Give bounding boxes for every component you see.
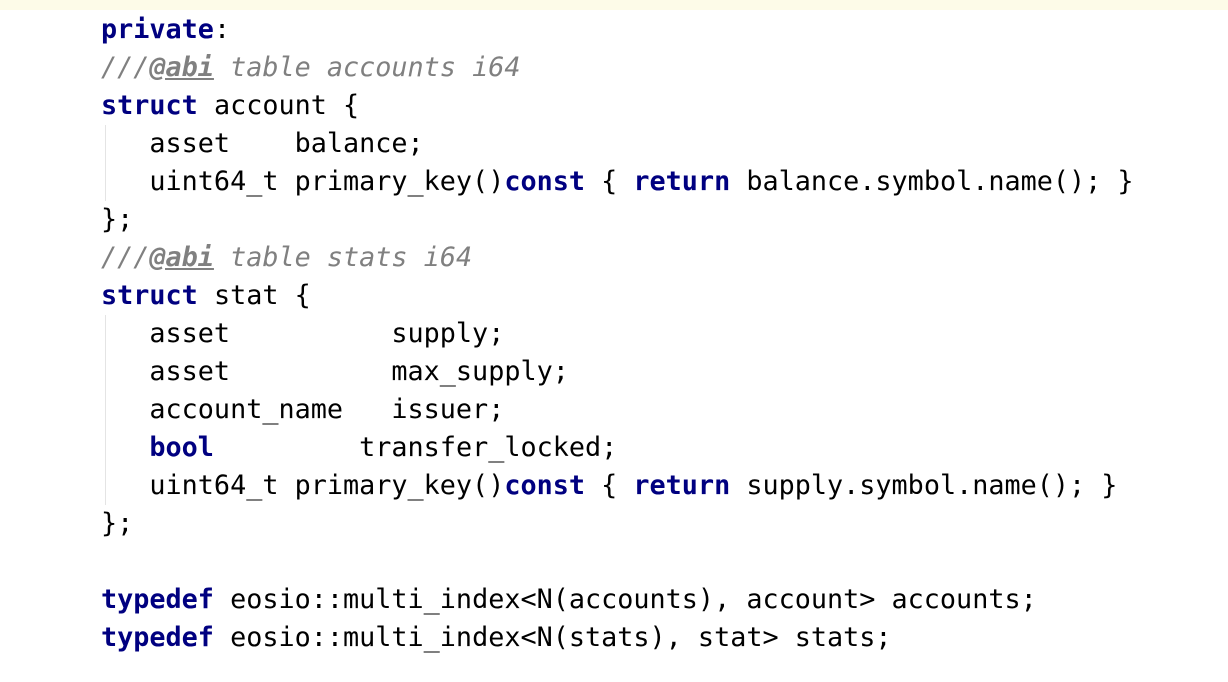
code-line[interactable]: ​ [101,543,1134,581]
current-line-highlight [0,0,1228,10]
code-line[interactable]: typedef eosio::multi_index<N(stats), sta… [101,619,1134,657]
code-line[interactable]: }; [101,505,1134,543]
code-token: supply.symbol.name(); } [730,470,1118,501]
code-line[interactable]: private: [101,11,1134,49]
keyword-token: typedef [101,622,214,653]
code-token: eosio::multi_index<N(accounts), account>… [213,584,1037,615]
comment-token: table stats i64 [213,242,473,273]
code-token: { [585,470,634,501]
keyword-token: private [101,14,214,45]
keyword-token: typedef [101,584,214,615]
code-line[interactable]: account_name issuer; [101,391,1134,429]
code-line[interactable]: ///@abi table accounts i64 [101,49,1134,87]
keyword-token: struct [101,90,198,121]
code-token: }; [101,508,134,539]
code-token: : [213,14,231,45]
code-token: asset balance; [101,128,424,159]
doc-tag-token: @abi [149,242,214,273]
code-line[interactable]: asset max_supply; [101,353,1134,391]
code-editor[interactable]: private:///@abi table accounts i64 struct… [0,0,1228,682]
code-line[interactable]: bool transfer_locked; [101,429,1134,467]
keyword-token: return [633,470,731,501]
code-line[interactable]: struct stat { [101,277,1134,315]
code-token: account { [197,90,360,121]
comment-token: table accounts i64 [213,52,521,83]
code-line[interactable]: typedef eosio::multi_index<N(accounts), … [101,581,1134,619]
code-line[interactable]: ///@abi table stats i64 [101,239,1134,277]
code-token: balance.symbol.name(); } [730,166,1134,197]
keyword-token: return [633,166,731,197]
code-line[interactable]: asset supply; [101,315,1134,353]
code-token: stat { [197,280,311,311]
code-token: { [585,166,634,197]
code-line[interactable]: asset balance; [101,125,1134,163]
code-token: asset supply; [101,318,505,349]
doc-tag-token: @abi [149,52,214,83]
code-line[interactable]: uint64_t primary_key()const { return bal… [101,163,1134,201]
code-token: uint64_t primary_key() [101,470,505,501]
code-token: }; [101,204,134,235]
code-token: transfer_locked; [213,432,618,463]
keyword-token: bool [149,432,214,463]
keyword-token: const [504,166,585,197]
code-line[interactable]: struct account { [101,87,1134,125]
code-line[interactable]: }; [101,201,1134,239]
code-token: eosio::multi_index<N(stats), stat> stats… [213,622,892,653]
code-token: uint64_t primary_key() [101,166,505,197]
code-token: account_name issuer; [101,394,505,425]
code-token: asset max_supply; [101,356,569,387]
comment-token: /// [101,242,150,273]
comment-token: /// [101,52,150,83]
keyword-token: struct [101,280,198,311]
code-text[interactable]: private:///@abi table accounts i64 struct… [101,11,1134,657]
keyword-token: const [504,470,585,501]
code-line[interactable]: uint64_t primary_key()const { return sup… [101,467,1134,505]
